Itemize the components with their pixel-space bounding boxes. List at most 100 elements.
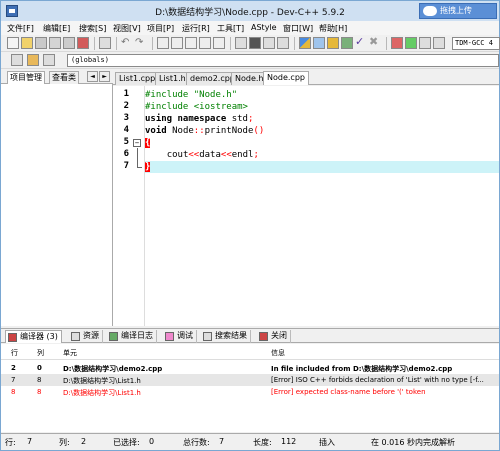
undo-icon[interactable]: ↶ [121, 37, 133, 49]
tab-debug[interactable]: 调试 [163, 330, 197, 343]
compile-run-icon[interactable] [327, 37, 339, 49]
menu-help[interactable]: 帮助[H] [319, 23, 347, 34]
code-editor[interactable]: 1 2 3 4 5 6 7 − #include "Node.h" #inclu… [113, 86, 499, 326]
replace-icon[interactable] [171, 37, 183, 49]
tab-search-results[interactable]: 搜索结果 [201, 330, 251, 343]
indent-icon[interactable] [235, 37, 247, 49]
table-row[interactable]: 8 8 D:\数据结构学习\List1.h [Error] expected c… [1, 386, 499, 398]
settings-icon[interactable] [433, 37, 445, 49]
fold-collapse-icon[interactable]: − [133, 139, 141, 147]
menu-run[interactable]: 运行[R] [182, 23, 210, 34]
menu-window[interactable]: 窗口[W] [283, 23, 313, 34]
status-total-label: 总行数: [183, 438, 210, 447]
tab-project-manager[interactable]: 项目管理 [7, 71, 45, 84]
code-line-2: #include <iostream> [145, 102, 248, 112]
status-row-value: 7 [27, 437, 33, 446]
editor-tabs: List1.cpp List1.h demo2.cpp Node.h Node.… [113, 70, 499, 85]
menu-file[interactable]: 文件[F] [7, 23, 34, 34]
tab-list1-h[interactable]: List1.h [155, 72, 190, 85]
save-all-icon[interactable] [49, 37, 61, 49]
unindent-icon[interactable] [249, 37, 261, 49]
tab-compiler[interactable]: 编译器 (3) [5, 330, 62, 343]
profile-icon[interactable] [391, 37, 403, 49]
line-number: 7 [123, 161, 129, 171]
close-panel-icon [259, 332, 268, 341]
run-icon[interactable] [313, 37, 325, 49]
check-syntax-icon[interactable]: ✓ [355, 36, 367, 49]
redo-icon[interactable]: ↷ [135, 37, 147, 49]
status-parse-time: 在 0.016 秒内完成解析 [371, 438, 455, 447]
status-selected-label: 已选择: [113, 438, 140, 447]
toggle-icon[interactable] [43, 54, 55, 66]
find-icon[interactable] [157, 37, 169, 49]
header-info[interactable]: 信息 [271, 348, 285, 358]
status-bar: 行: 7 列: 2 已选择: 0 总行数: 7 长度: 112 插入 在 0.0… [1, 433, 499, 450]
globals-select[interactable]: (globals) [67, 54, 499, 67]
left-panel: 项目管理 查看类 ◄ ► [1, 70, 113, 326]
line-number: 4 [123, 125, 129, 135]
code-line-3: using namespace std; [145, 114, 254, 124]
goto-bookmark-icon[interactable] [277, 37, 289, 49]
compile-log-icon [109, 332, 118, 341]
header-col[interactable]: 列 [37, 348, 44, 358]
tab-resources[interactable]: 资源 [69, 330, 103, 343]
tab-class-browser[interactable]: 查看类 [49, 71, 79, 84]
menu-edit[interactable]: 编辑[E] [43, 23, 70, 34]
bottom-panel-tabs: 编译器 (3) 资源 编译日志 调试 搜索结果 关闭 [1, 328, 499, 343]
toolbar-separator [294, 37, 295, 50]
menu-view[interactable]: 视图[V] [113, 23, 141, 34]
menu-search[interactable]: 搜索[S] [79, 23, 106, 34]
header-unit[interactable]: 单元 [63, 348, 77, 358]
status-col-value: 2 [81, 437, 87, 446]
table-row[interactable]: 2 0 D:\数据结构学习\demo2.cpp In file included… [1, 362, 499, 374]
tab-scroll-right-icon[interactable]: ► [99, 71, 110, 82]
insert-icon[interactable] [11, 54, 23, 66]
stop-icon[interactable]: ✖ [369, 36, 381, 49]
goto-line-icon[interactable] [199, 37, 211, 49]
toolbar-separator [152, 37, 153, 50]
toolbar-separator [386, 37, 387, 50]
bookmark-icon[interactable] [263, 37, 275, 49]
tab-list1-cpp[interactable]: List1.cpp [115, 72, 160, 85]
open-file-icon[interactable] [21, 37, 33, 49]
status-selected-value: 0 [149, 437, 155, 446]
menu-astyle[interactable]: AStyle [251, 23, 277, 32]
tab-node-cpp[interactable]: Node.cpp [263, 71, 309, 85]
tab-close-panel[interactable]: 关闭 [257, 330, 291, 343]
fold-margin [131, 86, 145, 326]
tab-scroll-left-icon[interactable]: ◄ [87, 71, 98, 82]
line-number: 5 [123, 137, 129, 147]
toolbar-separator [230, 37, 231, 50]
menu-project[interactable]: 项目[P] [147, 23, 174, 34]
rebuild-icon[interactable] [341, 37, 353, 49]
print-icon[interactable] [99, 37, 111, 49]
header-line[interactable]: 行 [11, 348, 18, 358]
profile-analysis-icon[interactable] [405, 37, 417, 49]
compiler-select[interactable]: TDM-GCC 4 [452, 37, 500, 50]
cloud-upload-button[interactable]: 拖拽上传 [419, 3, 497, 19]
status-length-label: 长度: [253, 438, 272, 447]
goto-icon[interactable] [27, 54, 39, 66]
status-col-label: 列: [59, 438, 70, 447]
code-line-1: #include "Node.h" [145, 90, 238, 100]
find-files-icon[interactable] [213, 37, 225, 49]
compile-icon[interactable] [299, 37, 311, 49]
close-file-icon[interactable] [63, 37, 75, 49]
save-icon[interactable] [35, 37, 47, 49]
tab-compile-log[interactable]: 编译日志 [107, 330, 157, 343]
class-toolbar: (globals) [1, 52, 499, 69]
close-all-icon[interactable] [77, 37, 89, 49]
debug-icon[interactable] [419, 37, 431, 49]
devcpp-window: D:\数据结构学习\Node.cpp - Dev-C++ 5.9.2 拖拽上传 … [0, 0, 500, 451]
code-line-7: } [145, 161, 499, 173]
main-toolbar: ↶ ↷ ✓ ✖ TDM-GCC 4 [1, 35, 500, 52]
table-row[interactable]: 7 8 D:\数据结构学习\List1.h [Error] ISO C++ fo… [1, 374, 499, 386]
status-total-value: 7 [219, 437, 225, 446]
find-next-icon[interactable] [185, 37, 197, 49]
menu-tools[interactable]: 工具[T] [217, 23, 244, 34]
resources-icon [71, 332, 80, 341]
new-file-icon[interactable] [7, 37, 19, 49]
debug-tab-icon [165, 332, 174, 341]
status-insert-mode: 插入 [319, 438, 335, 447]
line-number: 6 [123, 149, 129, 159]
